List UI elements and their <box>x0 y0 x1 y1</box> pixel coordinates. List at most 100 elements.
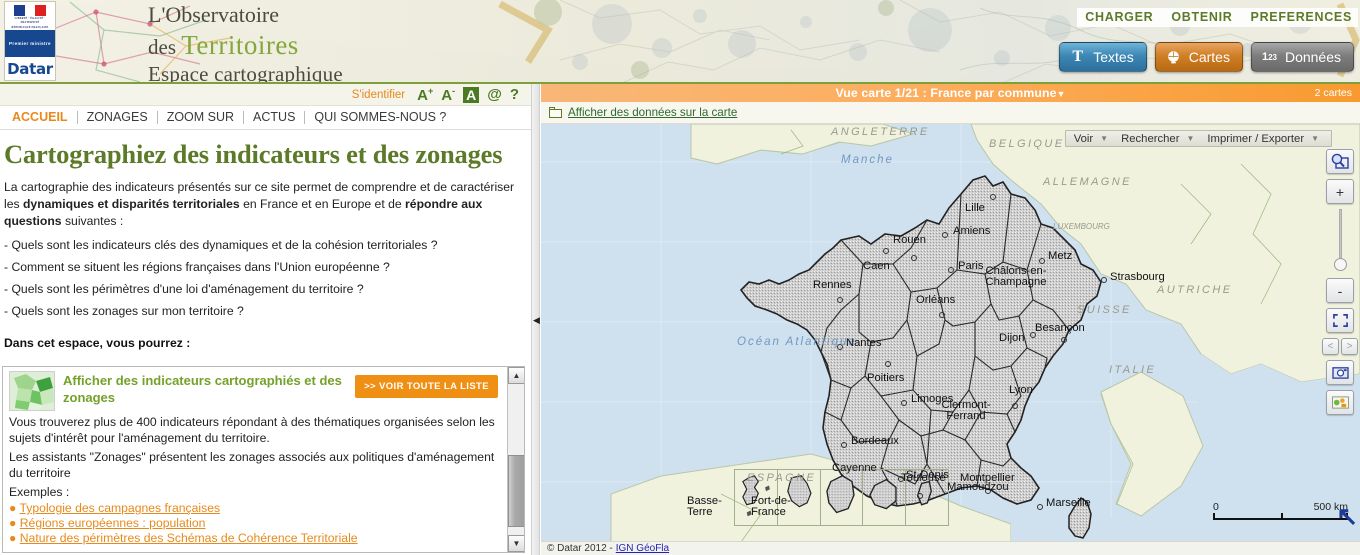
scrollbar-thumb[interactable] <box>508 455 524 527</box>
scale-min: 0 <box>1213 501 1219 513</box>
nav-item-accueil[interactable]: ACCUEIL <box>3 111 78 124</box>
map-scale-bar: 0 500 km <box>1213 501 1348 520</box>
city-label-paris: Paris <box>958 260 984 272</box>
country-label: ALLEMAGNE <box>1043 176 1132 188</box>
header-link-preferences[interactable]: PREFERENCES <box>1251 10 1352 24</box>
font-increase-button[interactable]: A+ <box>417 86 433 104</box>
map-card-count: 2 cartes <box>1314 87 1352 99</box>
features-scroll-panel: Afficher des indicateurs cartographiés e… <box>2 366 525 553</box>
textes-button[interactable]: T Textes <box>1059 42 1147 72</box>
city-label-lyon: Lyon <box>1009 384 1033 396</box>
extent-history-buttons: < > <box>1322 338 1358 355</box>
donnees-button[interactable]: 123 Données <box>1250 42 1354 72</box>
scroll-up-arrow[interactable]: ▲ <box>508 367 524 384</box>
menu-voir[interactable]: Voir <box>1072 133 1095 145</box>
scale-bar-graphic <box>1213 513 1348 520</box>
panel-splitter[interactable]: ◀ <box>531 84 540 555</box>
example-link-scot[interactable]: Nature des périmètres des Schémas de Coh… <box>20 531 358 545</box>
zoom-rectangle-tool[interactable] <box>1326 149 1354 174</box>
map-thumbnail-art <box>10 372 54 410</box>
example-link-typologie[interactable]: Typologie des campagnes françaises <box>20 501 221 515</box>
header-link-obtenir[interactable]: OBTENIR <box>1171 10 1232 24</box>
city-label-bordeaux: Bordeaux <box>851 435 899 447</box>
contact-mail-icon[interactable]: @ <box>487 86 502 103</box>
splitter-collapse-handle[interactable]: ◀ <box>532 312 541 328</box>
banner-title: L'Observatoire des Territoires Espace ca… <box>148 2 343 84</box>
previous-extent-button[interactable]: < <box>1322 338 1339 355</box>
nav-item-zonages[interactable]: ZONAGES <box>78 111 158 124</box>
zoom-in-button[interactable]: + <box>1326 179 1354 204</box>
nav-item-zoom-sur[interactable]: ZOOM SUR <box>158 111 245 124</box>
chevron-down-icon[interactable]: ▼ <box>1186 134 1194 143</box>
city-label-clermont-ferrand: Clermont-Ferrand <box>941 399 991 422</box>
city-dot <box>901 400 907 406</box>
text-icon: T <box>1072 48 1084 65</box>
ign-geofla-link[interactable]: IGN GéoFla <box>616 543 669 554</box>
full-extent-icon <box>1332 314 1348 327</box>
nav-item-qui-sommes-nous[interactable]: QUI SOMMES-NOUS ? <box>305 111 455 124</box>
datar-logo: Datar <box>5 57 55 80</box>
france-map-graphic <box>541 124 1360 542</box>
city-label-dijon: Dijon <box>999 332 1025 344</box>
left-content-panel: S'identifier A+ A- A @ ? ACCUEIL ZONAGES… <box>0 84 531 555</box>
chevron-down-icon: ▼ <box>1056 89 1066 99</box>
banner-title-des: des <box>148 35 182 59</box>
zoom-slider[interactable] <box>1333 209 1347 273</box>
city-label-marseille: Marseille <box>1046 497 1091 509</box>
zoom-slider-track[interactable] <box>1338 209 1342 261</box>
help-icon[interactable]: ? <box>510 86 519 103</box>
next-extent-button[interactable]: > <box>1341 338 1358 355</box>
zoom-slider-knob[interactable] <box>1333 258 1347 271</box>
legend-button[interactable] <box>1326 390 1354 415</box>
afficher-donnees-link[interactable]: Afficher des données sur la carte <box>568 106 737 119</box>
city-label-chalons: Châlons-en-Champagne <box>985 265 1047 288</box>
textes-button-label: Textes <box>1093 49 1134 65</box>
map-copyright: © Datar 2012 - <box>547 543 613 554</box>
header-links: CHARGER OBTENIR PREFERENCES <box>1077 8 1358 27</box>
zoom-out-button[interactable]: - <box>1326 278 1354 303</box>
signin-link[interactable]: S'identifier <box>352 89 405 101</box>
city-dot <box>942 232 948 238</box>
city-label-strasbourg: Strasbourg <box>1110 271 1165 283</box>
full-extent-button[interactable] <box>1326 308 1354 333</box>
country-label: AUTRICHE <box>1157 284 1233 296</box>
nav-item-actus[interactable]: ACTUS <box>244 111 306 124</box>
map-canvas[interactable]: Manche Océan Atlantique Méditerranée ANG… <box>541 124 1360 542</box>
banner-title-line3: Espace cartographique <box>148 62 343 84</box>
site-banner: LIBERTÉ · ÉGALITÉ · FRATERNITÉ RÉPUBLIQU… <box>0 0 1360 84</box>
examples-label: Exemples : <box>9 485 70 499</box>
vertical-scrollbar[interactable]: ▲ ▼ <box>507 367 524 552</box>
font-decrease-button[interactable]: A- <box>441 86 455 104</box>
question-item: - Quels sont les indicateurs clés des dy… <box>4 238 438 252</box>
feature-card-header: Afficher des indicateurs cartographiés e… <box>9 371 500 411</box>
city-dot <box>1061 337 1067 343</box>
city-dot <box>990 194 996 200</box>
map-view-selector[interactable]: Vue carte 1/21 : France par commune▼ <box>541 86 1360 100</box>
map-panel: Vue carte 1/21 : France par commune▼ 2 c… <box>541 84 1360 555</box>
plus-icon: + <box>1335 183 1345 200</box>
chevron-down-icon[interactable]: ▼ <box>1100 134 1108 143</box>
scroll-down-arrow[interactable]: ▼ <box>508 535 524 552</box>
map-menu-bar: Voir ▼ Rechercher ▼ Imprimer / Exporter … <box>1064 130 1332 147</box>
north-arrow-icon: ↖ <box>1336 501 1358 531</box>
snapshot-button[interactable] <box>1326 360 1354 385</box>
chevron-down-icon[interactable]: ▼ <box>1311 134 1319 143</box>
country-label: BELGIQUE <box>989 138 1065 150</box>
cartes-button[interactable]: Cartes <box>1154 42 1243 72</box>
city-label-amiens: Amiens <box>953 225 991 237</box>
chevron-left-icon: < <box>1327 341 1334 352</box>
voir-toute-la-liste-button[interactable]: >> VOIR TOUTE LA LISTE <box>355 375 498 398</box>
city-label-rouen: Rouen <box>893 234 926 246</box>
menu-imprimer-exporter[interactable]: Imprimer / Exporter <box>1205 133 1306 145</box>
feature-card-title: Afficher des indicateurs cartographiés e… <box>63 373 342 405</box>
menu-rechercher[interactable]: Rechercher <box>1119 133 1181 145</box>
header-link-charger[interactable]: CHARGER <box>1085 10 1153 24</box>
city-label-besancon: Besançon <box>1035 322 1085 334</box>
contrast-toggle-button[interactable]: A <box>463 86 480 103</box>
example-item: ● Typologie des campagnes françaises <box>9 501 221 515</box>
donnees-button-label: Données <box>1284 49 1341 65</box>
example-link-regions[interactable]: Régions européennes : population <box>20 516 206 530</box>
city-label-poitiers: Poitiers <box>867 372 905 384</box>
legend-icon <box>1331 396 1349 409</box>
page-title: Cartographiez des indicateurs et des zon… <box>4 139 503 169</box>
